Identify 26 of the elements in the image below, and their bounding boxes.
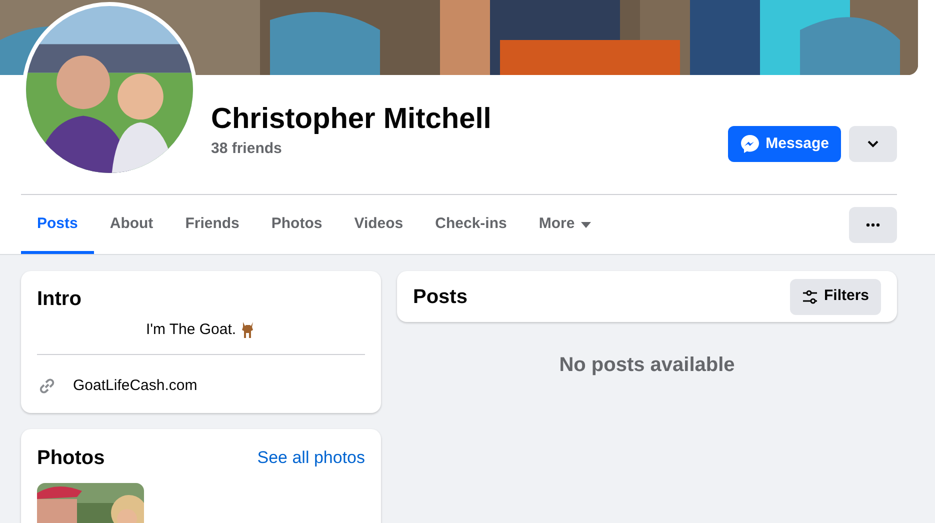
empty-state-text: No posts available	[559, 354, 735, 376]
profile-tab[interactable]: Friends	[169, 195, 256, 254]
profile-tab[interactable]: Photos	[255, 195, 338, 254]
dropdown-button[interactable]	[849, 126, 897, 162]
bio-text: I'm The Goat.	[146, 320, 236, 340]
caret-icon	[580, 222, 591, 228]
profile-name: Christopher Mitchell	[211, 102, 492, 137]
profile-tab[interactable]: More	[522, 195, 607, 254]
profile-tab[interactable]: About	[94, 195, 170, 254]
profile-tab[interactable]: Videos	[338, 195, 420, 254]
message-button[interactable]: Message	[728, 126, 841, 162]
more-options-button[interactable]	[849, 206, 897, 242]
ellipsis-icon	[866, 222, 880, 226]
messenger-icon	[740, 134, 760, 154]
friends-count: 38 friends	[211, 139, 283, 159]
card-title: Intro	[37, 287, 82, 311]
website-link[interactable]: GoatLifeCash.com	[73, 374, 198, 397]
filters-icon	[802, 290, 818, 304]
chevron-down-icon	[867, 140, 879, 148]
card-title: Photos	[37, 446, 105, 470]
link-icon	[37, 376, 57, 396]
see-all-photos-link[interactable]: See all photos	[257, 445, 365, 470]
profile-tab[interactable]: Check-ins	[419, 195, 523, 254]
card-title: Posts	[413, 284, 468, 308]
filters-button[interactable]: Filters	[790, 278, 881, 314]
profile-tab[interactable]: Posts	[21, 195, 94, 254]
